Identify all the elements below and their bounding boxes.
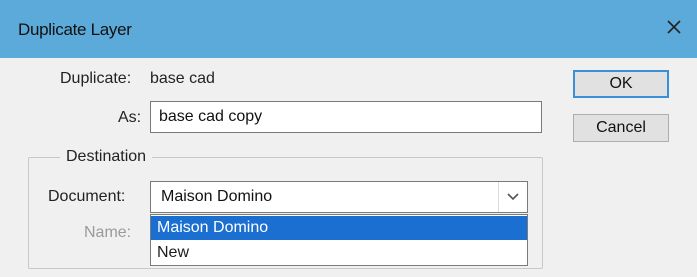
as-name-input[interactable]: base cad copy bbox=[150, 101, 542, 133]
chevron-down-icon[interactable] bbox=[498, 182, 527, 212]
document-label: Document: bbox=[48, 188, 126, 205]
close-icon[interactable] bbox=[661, 14, 687, 40]
destination-legend: Destination bbox=[60, 148, 153, 166]
as-label: As: bbox=[118, 109, 142, 126]
duplicate-value: base cad bbox=[150, 70, 215, 87]
name-label: Name: bbox=[84, 224, 132, 241]
document-dropdown-list[interactable]: Maison Domino New bbox=[150, 214, 528, 266]
document-select[interactable]: Maison Domino bbox=[150, 181, 528, 213]
dropdown-option-maison-domino[interactable]: Maison Domino bbox=[151, 216, 527, 240]
cancel-button[interactable]: Cancel bbox=[573, 114, 669, 142]
window-title: Duplicate Layer bbox=[18, 20, 132, 39]
as-name-value: base cad copy bbox=[159, 108, 263, 125]
duplicate-label: Duplicate: bbox=[60, 70, 132, 87]
ok-button[interactable]: OK bbox=[573, 70, 669, 98]
document-selected-value: Maison Domino bbox=[161, 188, 273, 205]
dropdown-option-new[interactable]: New bbox=[151, 241, 527, 265]
title-bar: Duplicate Layer bbox=[0, 0, 697, 58]
